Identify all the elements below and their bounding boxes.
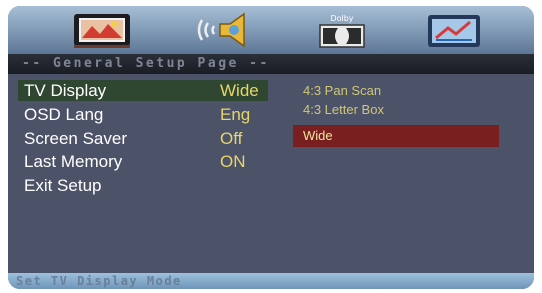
menu-item-value: ON: [220, 152, 246, 171]
setup-category-bar: Dolby: [8, 6, 534, 54]
menu-item-value: Eng: [220, 105, 251, 124]
option-letter-box[interactable]: 4:3 Letter Box: [293, 99, 499, 120]
general-setup-icon[interactable]: [70, 10, 136, 50]
preference-setup-icon[interactable]: [424, 10, 484, 50]
dolby-label: Dolby: [330, 14, 353, 23]
status-bar: Set TV Display Mode: [8, 273, 534, 289]
menu-item-value: Wide: [220, 81, 259, 100]
menu-item-label: Screen Saver: [24, 129, 127, 148]
menu-item-label: TV Display: [24, 81, 107, 100]
menu-item-osd-lang[interactable]: OSD Lang Eng: [18, 104, 268, 125]
menu-item-label: Last Memory: [24, 152, 123, 171]
menu-item-tv-display[interactable]: TV Display Wide: [18, 80, 268, 101]
dolby-setup-icon[interactable]: Dolby: [314, 10, 370, 50]
menu-item-last-memory[interactable]: Last Memory ON: [18, 151, 268, 172]
page-title: -- General Setup Page --: [8, 54, 534, 74]
menu-item-screen-saver[interactable]: Screen Saver Off: [18, 128, 268, 149]
option-wide[interactable]: Wide: [293, 125, 499, 147]
option-pan-scan[interactable]: 4:3 Pan Scan: [293, 80, 499, 101]
menu-item-value: Off: [220, 129, 243, 148]
menu-item-label: Exit Setup: [24, 176, 102, 195]
setup-screen: Dolby -- General Setup Page -- TV Displa…: [8, 6, 534, 289]
menu-item-exit-setup[interactable]: Exit Setup: [18, 175, 268, 196]
menu-item-label: OSD Lang: [24, 105, 104, 124]
audio-setup-icon[interactable]: [194, 10, 258, 50]
